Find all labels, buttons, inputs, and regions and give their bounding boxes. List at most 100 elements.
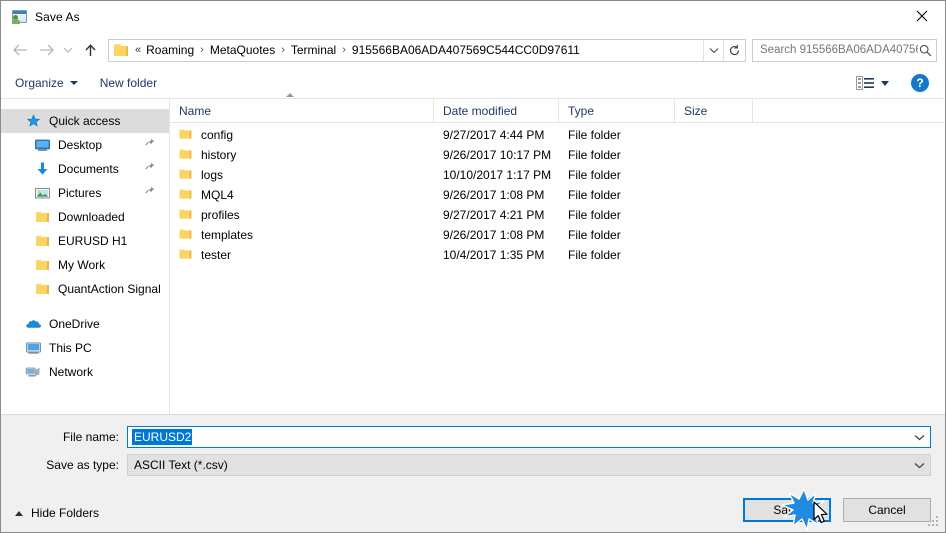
view-layout-icon[interactable]: [856, 75, 876, 91]
file-type: File folder: [568, 248, 621, 262]
column-label: Size: [684, 103, 708, 118]
refresh-icon[interactable]: [723, 39, 745, 61]
network-icon: [25, 364, 42, 380]
chevron-down-icon[interactable]: [59, 37, 77, 63]
folder-icon: [179, 188, 193, 203]
sidebar-item-label: Network: [49, 365, 94, 379]
search-icon[interactable]: [918, 44, 932, 57]
sidebar-item-quantaction-signal[interactable]: QuantAction Signal: [1, 277, 169, 301]
resize-grip-icon[interactable]: [928, 516, 940, 528]
file-list-pane: Name Date modified Type Size config 9/27…: [170, 92, 945, 414]
chevron-down-icon[interactable]: [881, 80, 889, 86]
breadcrumb-item-2[interactable]: Terminal: [289, 43, 338, 57]
sidebar-item-pictures[interactable]: Pictures: [1, 181, 169, 205]
sidebar-item-this-pc[interactable]: This PC: [1, 336, 169, 360]
breadcrumb-item-1[interactable]: MetaQuotes: [208, 43, 277, 57]
file-name-cell[interactable]: logs: [170, 168, 434, 183]
file-type: File folder: [568, 168, 621, 182]
sidebar-item-my-work[interactable]: My Work: [1, 253, 169, 277]
organize-button[interactable]: Organize: [15, 76, 78, 90]
file-name-cell[interactable]: profiles: [170, 208, 434, 223]
sidebar-item-onedrive[interactable]: OneDrive: [1, 312, 169, 336]
help-icon[interactable]: ?: [911, 74, 929, 92]
dialog-buttons: Save Cancel: [731, 498, 931, 522]
filetype-row: Save as type: ASCII Text (*.csv): [1, 454, 945, 476]
file-date: 9/26/2017 1:08 PM: [443, 228, 545, 242]
sidebar-item-label: Quick access: [49, 114, 121, 128]
table-row[interactable]: MQL4 9/26/2017 1:08 PM File folder: [170, 185, 945, 205]
new-folder-button[interactable]: New folder: [100, 76, 157, 90]
file-date: 9/27/2017 4:44 PM: [443, 128, 545, 142]
folder-icon: [179, 148, 193, 163]
sidebar-item-quick-access[interactable]: Quick access: [1, 109, 169, 133]
folder-icon: [114, 43, 130, 57]
file-name: history: [201, 148, 237, 162]
pin-icon[interactable]: [145, 138, 155, 152]
file-name-cell[interactable]: templates: [170, 228, 434, 243]
column-label: Type: [568, 103, 595, 118]
folder-icon: [34, 281, 51, 297]
column-header-size[interactable]: Size: [675, 98, 753, 123]
folder-icon: [179, 208, 193, 223]
pictures-icon: [34, 185, 51, 201]
address-bar[interactable]: « Roaming › MetaQuotes › Terminal › 9155…: [108, 38, 746, 62]
cancel-button[interactable]: Cancel: [843, 498, 931, 522]
sidebar-item-label: OneDrive: [49, 317, 100, 331]
table-row[interactable]: history 9/26/2017 10:17 PM File folder: [170, 145, 945, 165]
sidebar-item-downloaded[interactable]: Downloaded: [1, 205, 169, 229]
folder-icon: [179, 228, 193, 243]
sidebar-item-documents[interactable]: Documents: [1, 157, 169, 181]
folder-icon: [179, 128, 193, 143]
sidebar-item-network[interactable]: Network: [1, 360, 169, 384]
save-as-dialog: Save As « Roaming › MetaQuotes › Termina…: [0, 0, 946, 533]
sidebar-item-label: Documents: [58, 162, 119, 176]
search-placeholder: Search 915566BA06ADA40756...: [760, 44, 919, 56]
filename-row: File name: EURUSD2: [1, 426, 945, 448]
column-header-type[interactable]: Type: [559, 98, 675, 123]
arrow-up-icon[interactable]: [77, 37, 103, 63]
table-row[interactable]: config 9/27/2017 4:44 PM File folder: [170, 125, 945, 145]
table-row[interactable]: logs 10/10/2017 1:17 PM File folder: [170, 165, 945, 185]
filetype-select[interactable]: ASCII Text (*.csv): [127, 454, 931, 476]
breadcrumb-item-0[interactable]: Roaming: [144, 43, 196, 57]
filename-input[interactable]: EURUSD2: [127, 426, 931, 448]
table-row[interactable]: templates 9/26/2017 1:08 PM File folder: [170, 225, 945, 245]
sidebar-item-eurusd-h1[interactable]: EURUSD H1: [1, 229, 169, 253]
chevron-down-icon[interactable]: [703, 39, 723, 61]
file-name-cell[interactable]: config: [170, 128, 434, 143]
close-icon[interactable]: [899, 1, 945, 31]
breadcrumb-overflow[interactable]: «: [134, 44, 144, 56]
file-name-cell[interactable]: MQL4: [170, 188, 434, 203]
file-name-cell[interactable]: tester: [170, 248, 434, 263]
breadcrumb[interactable]: « Roaming › MetaQuotes › Terminal › 9155…: [134, 43, 703, 57]
search-input[interactable]: Search 915566BA06ADA40756...: [752, 38, 937, 62]
column-header-date-modified[interactable]: Date modified: [434, 98, 559, 123]
chevron-down-icon[interactable]: [908, 462, 930, 469]
chevron-down-icon[interactable]: [908, 434, 930, 441]
save-label: Save: [773, 503, 801, 517]
file-date: 9/26/2017 1:08 PM: [443, 188, 545, 202]
file-name: profiles: [201, 208, 240, 222]
table-row[interactable]: tester 10/4/2017 1:35 PM File folder: [170, 245, 945, 265]
save-panel: File name: EURUSD2 Save as type: ASCII T…: [1, 414, 945, 532]
folder-icon: [34, 233, 51, 249]
pin-icon[interactable]: [145, 162, 155, 176]
column-header-name[interactable]: Name: [170, 92, 434, 123]
pin-icon[interactable]: [145, 186, 155, 200]
breadcrumb-item-3[interactable]: 915566BA06ADA407569C544CC0D97611: [350, 43, 582, 57]
arrow-left-icon[interactable]: [7, 37, 33, 63]
save-as-icon: [10, 9, 27, 25]
file-name-cell[interactable]: history: [170, 148, 434, 163]
table-row[interactable]: profiles 9/27/2017 4:21 PM File folder: [170, 205, 945, 225]
save-button[interactable]: Save: [743, 498, 831, 522]
arrow-right-icon[interactable]: [33, 37, 59, 63]
chevron-down-icon: [69, 81, 78, 85]
dialog-body: Quick access Desktop Documents Pictures …: [1, 92, 945, 414]
file-date: 9/26/2017 10:17 PM: [443, 148, 552, 162]
file-name: templates: [201, 228, 254, 242]
filetype-value: ASCII Text (*.csv): [134, 458, 228, 472]
hide-folders-button[interactable]: Hide Folders: [15, 506, 99, 520]
file-type: File folder: [568, 148, 621, 162]
sidebar-item-desktop[interactable]: Desktop: [1, 133, 169, 157]
sidebar-item-label: My Work: [58, 258, 106, 272]
